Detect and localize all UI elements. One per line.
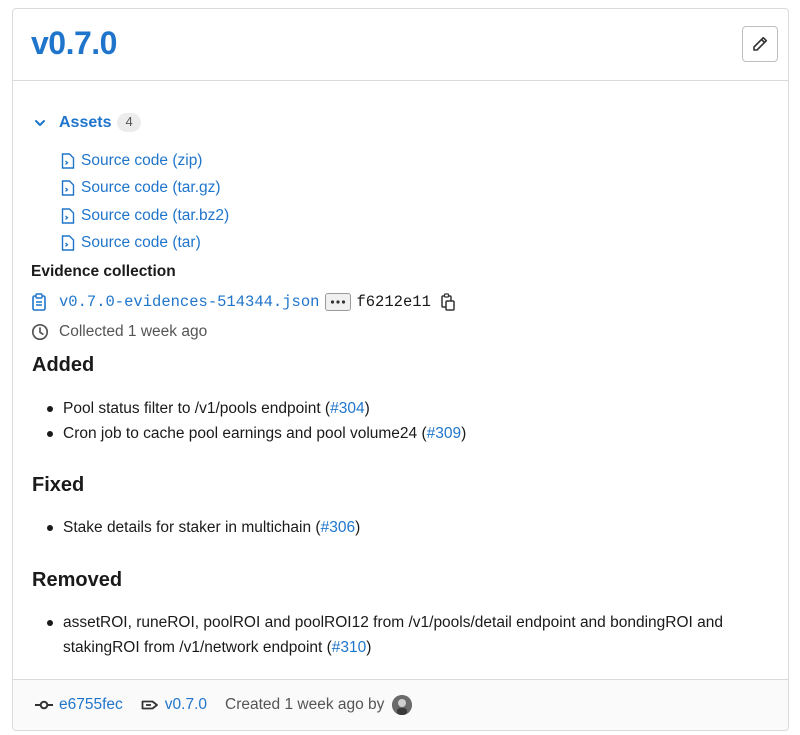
release-title[interactable]: v0.7.0	[31, 25, 117, 62]
asset-item: Source code (tar)	[61, 230, 229, 258]
notes-heading-fixed: Fixed	[32, 474, 85, 496]
doc-code-icon	[61, 235, 75, 251]
expand-evidence-button[interactable]	[325, 293, 352, 311]
user-avatar-icon	[392, 695, 413, 715]
list-item: Pool status filter to /v1/pools endpoint…	[47, 396, 781, 421]
chevron-down-icon	[35, 119, 45, 126]
release-footer: e6755fec v0.7.0 Created 1 week ago by	[13, 679, 788, 730]
clock-icon	[31, 323, 49, 341]
issue-link[interactable]: #310	[332, 639, 366, 656]
notes-heading-removed: Removed	[32, 569, 123, 591]
avatar[interactable]	[392, 695, 413, 715]
list-item: Cron job to cache pool earnings and pool…	[47, 421, 781, 446]
assets-count-badge: 4	[117, 113, 141, 132]
footer-commit: e6755fec	[35, 696, 123, 714]
evidence-file-link[interactable]: v0.7.0-evidences-514344.json	[59, 293, 319, 311]
tag-icon	[141, 700, 158, 710]
asset-link[interactable]: Source code (tar.bz2)	[81, 207, 229, 225]
notes-heading-added: Added	[32, 354, 95, 376]
notes-list-added: Pool status filter to /v1/pools endpoint…	[47, 396, 781, 446]
evidence-sha: f6212e11	[356, 293, 431, 311]
edit-release-button[interactable]	[742, 26, 778, 62]
commit-icon	[35, 700, 53, 710]
asset-item: Source code (tar.gz)	[61, 175, 229, 203]
pencil-icon	[753, 36, 768, 51]
evidence-collection-title: Evidence collection	[31, 263, 176, 280]
asset-item: Source code (zip)	[61, 147, 229, 175]
copy-sha-button[interactable]	[441, 293, 455, 311]
asset-item: Source code (tar.bz2)	[61, 202, 229, 230]
ellipsis-icon	[331, 300, 346, 304]
clipboard-icon	[32, 293, 46, 311]
assets-label: Assets	[59, 113, 112, 131]
footer-tag: v0.7.0	[141, 696, 207, 714]
list-item: Stake details for staker in multichain (…	[47, 515, 781, 540]
asset-link[interactable]: Source code (tar.gz)	[81, 179, 221, 197]
issue-link[interactable]: #304	[330, 400, 364, 417]
evidence-collected: Collected 1 week ago	[31, 323, 207, 341]
evidence-row: v0.7.0-evidences-514344.json f6212e11	[31, 291, 455, 313]
doc-code-icon	[61, 180, 75, 196]
issue-link[interactable]: #306	[321, 519, 355, 536]
assets-toggle[interactable]: Assets 4	[33, 113, 141, 132]
footer-created: Created 1 week ago by	[225, 695, 413, 715]
asset-list: Source code (zip) Source code (tar.gz) S…	[61, 147, 229, 257]
doc-code-icon	[61, 153, 75, 169]
asset-link[interactable]: Source code (tar)	[81, 234, 201, 252]
asset-link[interactable]: Source code (zip)	[81, 152, 202, 170]
notes-list-fixed: Stake details for staker in multichain (…	[47, 515, 781, 540]
copy-icon	[441, 293, 455, 311]
issue-link[interactable]: #309	[427, 425, 461, 442]
doc-code-icon	[61, 208, 75, 224]
release-card: v0.7.0 Assets 4 Source code (zip) Source…	[12, 8, 789, 731]
release-header: v0.7.0	[13, 9, 788, 81]
collected-text: Collected 1 week ago	[59, 323, 208, 340]
created-text: Created 1 week ago by	[225, 696, 385, 713]
tag-link[interactable]: v0.7.0	[165, 696, 207, 714]
list-item: assetROI, runeROI, poolROI and poolROI12…	[47, 610, 781, 660]
commit-link[interactable]: e6755fec	[59, 696, 123, 714]
notes-list-removed: assetROI, runeROI, poolROI and poolROI12…	[47, 610, 781, 660]
